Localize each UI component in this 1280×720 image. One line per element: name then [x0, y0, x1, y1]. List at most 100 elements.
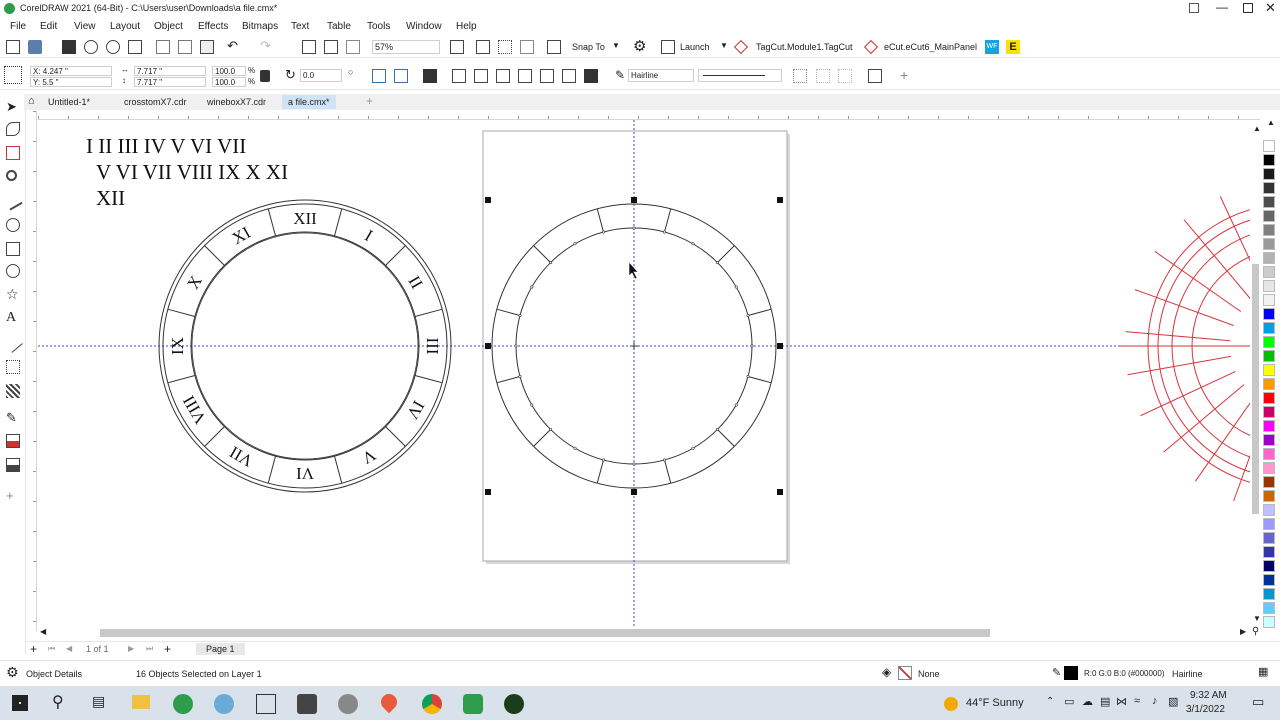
scale-y-field[interactable]: 100.0	[212, 77, 246, 87]
drawing-canvas[interactable]: I II III IV V VI VII V VI VII VIII IX X …	[38, 120, 1250, 626]
menu-table[interactable]: Table	[327, 21, 351, 32]
selection-handle[interactable]	[485, 197, 491, 203]
export-icon[interactable]	[324, 40, 338, 54]
dial-numeral[interactable]: VI	[296, 464, 314, 483]
menu-file[interactable]: File	[10, 21, 26, 32]
back-minus-front-icon[interactable]	[562, 69, 576, 83]
add-page-back-icon[interactable]: +	[164, 642, 171, 656]
palette-swatch[interactable]	[1263, 462, 1275, 474]
tab-winebox[interactable]: wineboxX7.cdr	[201, 95, 272, 109]
palette-swatch[interactable]	[1263, 532, 1275, 544]
palette-swatch[interactable]	[1263, 476, 1275, 488]
launch-chevron-down-icon[interactable]: ▼	[720, 41, 728, 50]
weld-icon[interactable]	[452, 69, 466, 83]
ecut-macro-button[interactable]: eCut.eCut6_MainPanel	[884, 42, 977, 52]
redo-icon[interactable]: ↷	[260, 38, 271, 54]
clock-time[interactable]: 9:32 AM	[1190, 690, 1227, 701]
pdf-icon[interactable]	[346, 40, 360, 54]
palette-swatch[interactable]	[1263, 392, 1275, 404]
next-page-icon[interactable]: ▶	[128, 644, 134, 653]
tab-untitled[interactable]: Untitled-1*	[42, 95, 96, 109]
dial-numeral[interactable]: I	[362, 226, 377, 245]
crop-tool-icon[interactable]	[6, 146, 20, 160]
corel-photo-paint-icon[interactable]	[214, 694, 234, 714]
chrome-icon[interactable]	[422, 694, 442, 714]
palette-swatch[interactable]	[1263, 196, 1275, 208]
palette-swatch[interactable]	[1263, 546, 1275, 558]
ellipse-tool-icon[interactable]	[6, 264, 20, 278]
full-screen-icon[interactable]	[476, 40, 490, 54]
open-folder-icon[interactable]	[28, 40, 42, 54]
last-page-icon[interactable]: ⏭	[146, 644, 153, 654]
dial-numeral[interactable]: X	[183, 272, 206, 292]
menu-tools[interactable]: Tools	[367, 21, 390, 32]
mirror-horizontal-icon[interactable]	[372, 69, 386, 83]
tagcut-macro-button[interactable]: TagCut.Module1.TagCut	[756, 42, 853, 52]
tray-chevron-icon[interactable]: ⌃	[1046, 696, 1054, 707]
cloud-upload-icon[interactable]	[84, 40, 98, 54]
intersect-icon[interactable]	[496, 69, 510, 83]
selection-handle[interactable]	[485, 489, 491, 495]
tray-battery-icon[interactable]: ▧	[1168, 695, 1178, 708]
search-icon[interactable]: ⚲	[52, 692, 64, 712]
home-icon[interactable]: ⌂	[28, 95, 35, 107]
corel-connect-icon[interactable]	[338, 694, 358, 714]
palette-swatch[interactable]	[1263, 448, 1275, 460]
clock-date[interactable]: 3/1/2022	[1186, 704, 1225, 715]
palette-swatch[interactable]	[1263, 266, 1275, 278]
cut-icon[interactable]	[156, 40, 170, 54]
launch-icon[interactable]	[661, 40, 675, 54]
tray-wifi-icon[interactable]: ≈	[1134, 695, 1140, 707]
copy-icon[interactable]	[178, 40, 192, 54]
palette-swatch[interactable]	[1263, 280, 1275, 292]
vertical-scrollbar[interactable]	[1252, 264, 1259, 514]
rotation-field[interactable]: 0.0	[300, 69, 342, 82]
dial-numeral[interactable]: XII	[293, 209, 317, 228]
roman-text-line-2[interactable]: V VI VII VIII IX X XI	[96, 160, 288, 184]
wrap-text-icon[interactable]	[793, 69, 807, 83]
palette-swatch[interactable]	[1263, 602, 1275, 614]
palette-swatch[interactable]	[1263, 588, 1275, 600]
width-field[interactable]: 7.717 "	[134, 66, 206, 76]
tab-a-file[interactable]: a file.cmx*	[282, 95, 336, 109]
line-style-field[interactable]	[698, 69, 782, 82]
no-fill-swatch[interactable]	[898, 666, 912, 680]
zoom-tool-icon[interactable]	[6, 170, 17, 181]
text-tool-icon[interactable]: A	[6, 310, 20, 325]
object-details-label[interactable]: Object Details	[26, 669, 82, 679]
selection-handle[interactable]	[777, 197, 783, 203]
page-tab[interactable]: Page 1	[196, 643, 245, 655]
polygon-tool-icon[interactable]: ☆	[6, 286, 20, 302]
dial-numeral[interactable]: VIII	[179, 392, 210, 427]
pen-app-icon[interactable]	[504, 694, 524, 714]
scroll-up-icon[interactable]: ▲	[1253, 124, 1261, 133]
selection-handle[interactable]	[485, 343, 491, 349]
palette-swatch[interactable]	[1263, 434, 1275, 446]
palette-swatch[interactable]	[1263, 322, 1275, 334]
menu-view[interactable]: View	[74, 21, 96, 32]
new-document-icon[interactable]	[6, 40, 20, 54]
artistic-media-icon[interactable]	[6, 218, 20, 232]
dial-numeral[interactable]: IV	[402, 397, 428, 423]
first-page-icon[interactable]: ⏮	[48, 644, 55, 654]
pick-tool-icon[interactable]: ➤	[6, 99, 20, 114]
import-icon[interactable]	[302, 40, 316, 54]
menu-object[interactable]: Object	[154, 21, 183, 32]
scroll-right-icon[interactable]: ▶	[1240, 627, 1246, 636]
menu-effects[interactable]: Effects	[198, 21, 228, 32]
tray-network-icon[interactable]: ▭	[1064, 695, 1074, 708]
task-view-icon[interactable]: ▤	[92, 693, 105, 710]
eyedropper-tool-icon[interactable]: ✎	[6, 410, 20, 425]
height-field[interactable]: 7.717 "	[134, 77, 206, 87]
palette-swatch[interactable]	[1263, 518, 1275, 530]
tray-volume-icon[interactable]: ♪	[1152, 695, 1158, 707]
dial-numeral[interactable]: XI	[229, 223, 254, 249]
selection-handle[interactable]	[631, 489, 637, 495]
tab-crosstom[interactable]: crosstomX7.cdr	[118, 95, 193, 109]
transparency-tool-icon[interactable]	[6, 384, 20, 398]
front-minus-back-icon[interactable]	[540, 69, 554, 83]
convert-curves-icon[interactable]	[816, 69, 830, 83]
minimize-button[interactable]: —	[1216, 0, 1228, 14]
snap-to-dropdown[interactable]: Snap To	[572, 42, 605, 52]
cloud-sync-icon[interactable]	[106, 40, 120, 54]
